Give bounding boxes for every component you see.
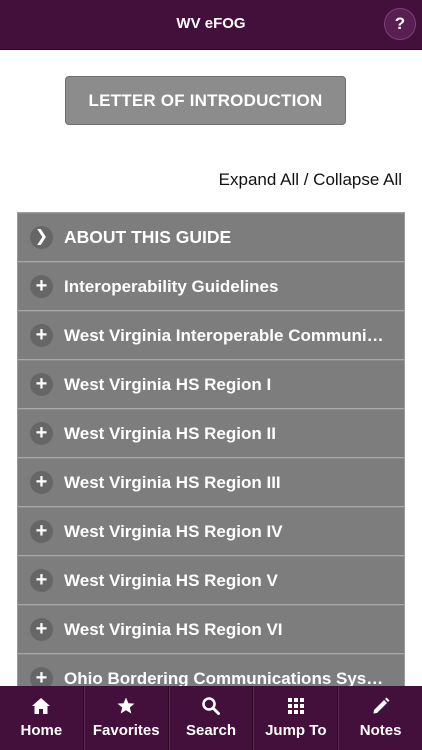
section-label: West Virginia HS Region II: [64, 424, 276, 443]
section-item-ohio-bordering[interactable]: + Ohio Bordering Communications Systems: [18, 654, 404, 686]
plus-icon: +: [30, 520, 53, 543]
expand-all-link[interactable]: Expand All: [219, 170, 299, 190]
tab-label: Notes: [359, 722, 402, 739]
section-label: West Virginia Interoperable Communicatio…: [64, 326, 388, 345]
top-bar: WV eFOG ?: [0, 0, 422, 50]
section-label: West Virginia HS Region III: [64, 473, 281, 492]
help-icon: ?: [394, 14, 406, 33]
section-list: ❯ ABOUT THIS GUIDE + Interoperability Gu…: [17, 212, 405, 686]
section-label: West Virginia HS Region V: [64, 571, 278, 590]
section-label: West Virginia HS Region VI: [64, 620, 283, 639]
chevron-right-icon: ❯: [30, 226, 53, 249]
section-item-about-this-guide[interactable]: ❯ ABOUT THIS GUIDE: [18, 213, 404, 262]
expand-collapse-separator: /: [299, 170, 314, 189]
tab-jump-to[interactable]: Jump To: [253, 686, 339, 750]
plus-icon: +: [30, 618, 53, 641]
help-button[interactable]: ?: [384, 8, 416, 40]
section-item-region-iii[interactable]: + West Virginia HS Region III: [18, 458, 404, 507]
bottom-tab-bar: Home Favorites Search Jump To Notes: [0, 686, 422, 750]
section-label: West Virginia HS Region IV: [64, 522, 283, 541]
app-title: WV eFOG: [176, 15, 246, 32]
section-label: Interoperability Guidelines: [64, 277, 279, 296]
letter-of-introduction-button[interactable]: LETTER OF INTRODUCTION: [65, 76, 346, 125]
tab-favorites[interactable]: Favorites: [83, 686, 169, 750]
plus-icon: +: [30, 373, 53, 396]
tab-search[interactable]: Search: [168, 686, 254, 750]
tab-label: Home: [20, 722, 63, 739]
section-item-interoperability-guidelines[interactable]: + Interoperability Guidelines: [18, 262, 404, 311]
search-icon: [170, 696, 253, 716]
section-item-region-ii[interactable]: + West Virginia HS Region II: [18, 409, 404, 458]
expand-collapse-controls: Expand All / Collapse All: [219, 170, 402, 192]
grid-icon: [254, 696, 337, 716]
plus-icon: +: [30, 667, 53, 686]
tab-label: Jump To: [265, 722, 327, 739]
plus-icon: +: [30, 422, 53, 445]
star-icon: [85, 696, 168, 716]
section-label: Ohio Bordering Communications Systems: [64, 669, 388, 686]
tab-home[interactable]: Home: [0, 686, 84, 750]
tab-label: Search: [185, 722, 237, 739]
section-label: ABOUT THIS GUIDE: [64, 227, 232, 247]
plus-icon: +: [30, 324, 53, 347]
section-item-region-v[interactable]: + West Virginia HS Region V: [18, 556, 404, 605]
section-item-region-vi[interactable]: + West Virginia HS Region VI: [18, 605, 404, 654]
plus-icon: +: [30, 275, 53, 298]
tab-notes[interactable]: Notes: [338, 686, 422, 750]
collapse-all-link[interactable]: Collapse All: [313, 170, 402, 190]
home-icon: [0, 696, 83, 716]
section-item-region-i[interactable]: + West Virginia HS Region I: [18, 360, 404, 409]
section-label: West Virginia HS Region I: [64, 375, 272, 394]
tab-label: Favorites: [92, 722, 160, 739]
plus-icon: +: [30, 471, 53, 494]
section-item-wv-interoperable-communications[interactable]: + West Virginia Interoperable Communicat…: [18, 311, 404, 360]
pencil-icon: [339, 696, 422, 716]
section-item-region-iv[interactable]: + West Virginia HS Region IV: [18, 507, 404, 556]
plus-icon: +: [30, 569, 53, 592]
